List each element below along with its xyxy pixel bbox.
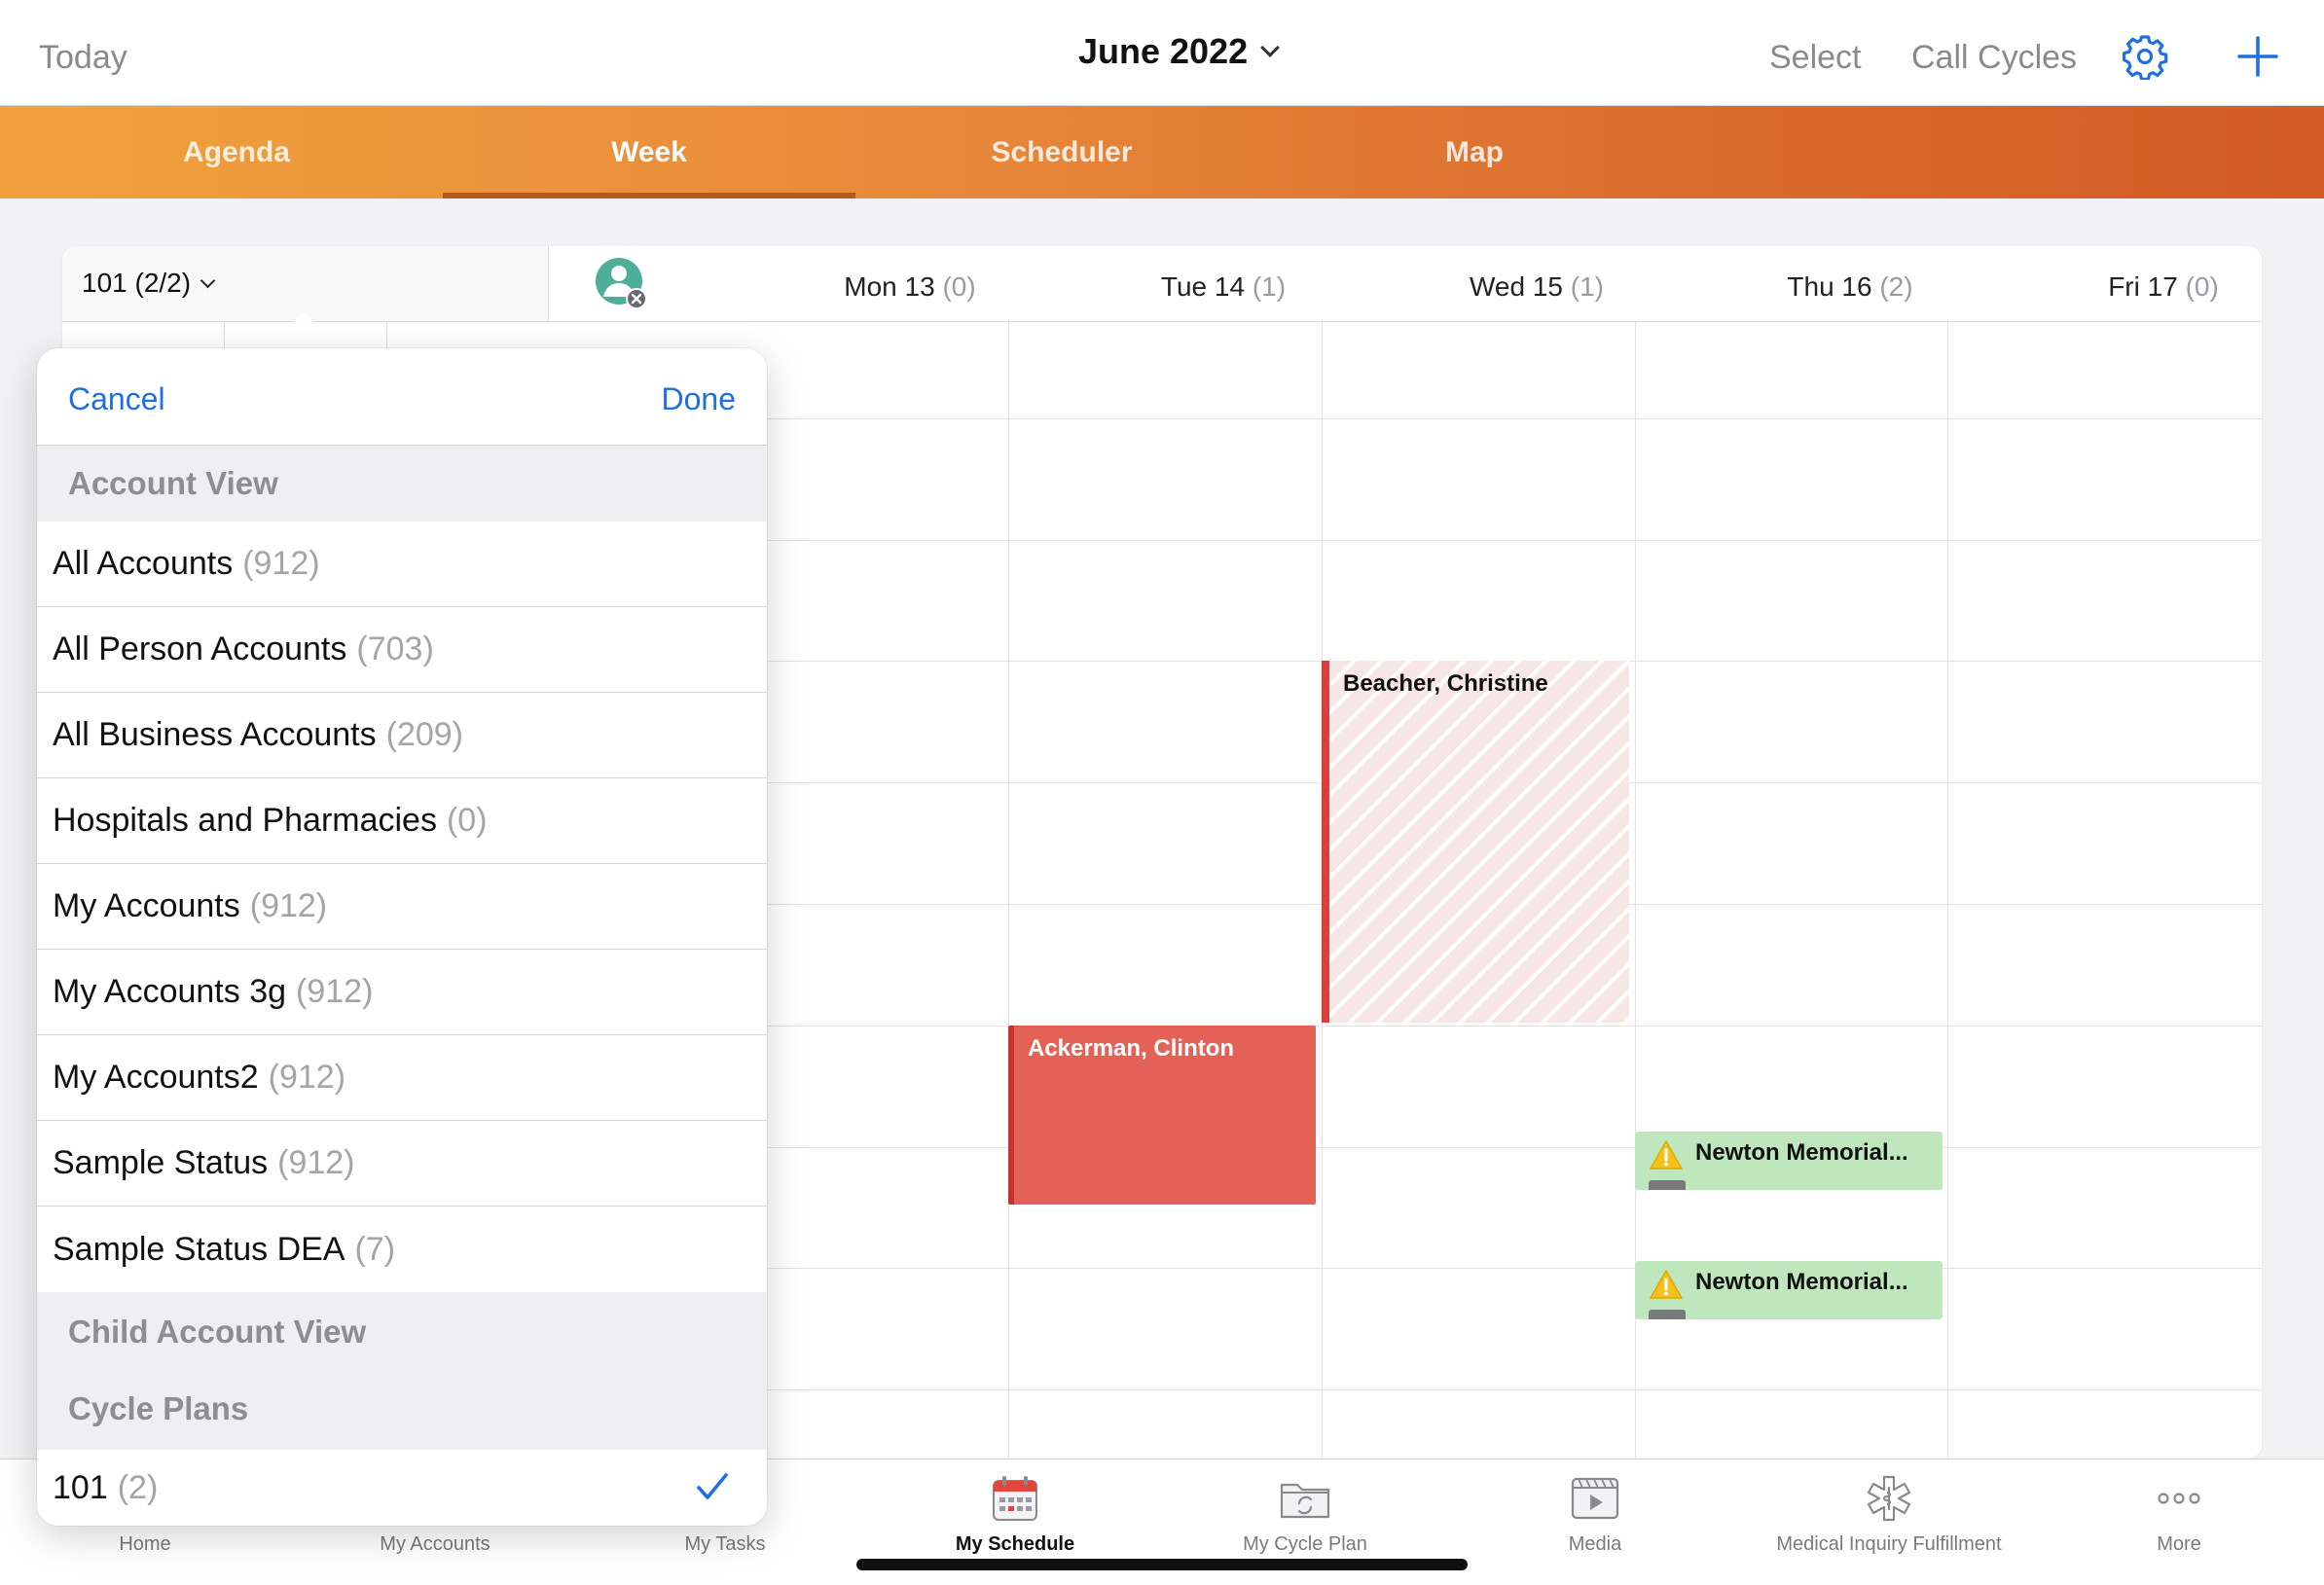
cycle-plan-selector[interactable]: 101 (2/2) [82,268,216,299]
add-icon[interactable] [2234,33,2281,80]
day-header-thu[interactable]: Thu 16 (2) [1693,271,2007,303]
event-newton-memorial-2[interactable]: Newton Memorial... [1635,1261,1943,1319]
bottom-tab-more[interactable]: More [2034,1459,2324,1585]
section-header-account-view: Account View [37,446,767,522]
account-view-all-accounts[interactable]: All Accounts (912) [37,522,767,607]
month-title: June 2022 [1078,31,1249,71]
event-newton-memorial-1[interactable]: Newton Memorial... [1635,1132,1943,1190]
more-icon [2158,1493,2200,1504]
checkmark-icon [697,1473,728,1499]
account-view-popover: Cancel Done Account View All Accounts (91… [37,348,767,1526]
media-icon [1571,1477,1619,1520]
calendar-left-header: 101 (2/2) [62,246,549,322]
section-header-cycle-plans: Cycle Plans [37,1372,767,1450]
calendar-icon [993,1476,1037,1521]
chevron-down-icon [1260,38,1281,57]
chevron-down-icon [200,272,216,288]
warning-icon [1650,1270,1683,1299]
tab-agenda[interactable]: Agenda [30,106,443,198]
day-header-tue[interactable]: Tue 14 (1) [1067,271,1380,303]
top-navigation-bar: Today June 2022 Select Call Cycles [0,0,2324,106]
event-beacher-christine[interactable]: Beacher, Christine [1322,661,1629,1023]
account-view-my-accounts-3g[interactable]: My Accounts 3g (912) [37,950,767,1035]
overlap-badge [1649,1180,1686,1190]
tab-map[interactable]: Map [1268,106,1681,198]
account-view-hospitals-pharmacies[interactable]: Hospitals and Pharmacies (0) [37,778,767,864]
view-tab-bar: Agenda Week Scheduler Map [0,106,2324,198]
call-cycles-button[interactable]: Call Cycles [1911,39,2077,77]
account-view-all-business-accounts[interactable]: All Business Accounts (209) [37,693,767,778]
select-button[interactable]: Select [1769,39,1862,77]
cycle-plan-101[interactable]: 101 (2) [37,1450,767,1526]
cancel-button[interactable]: Cancel [68,381,165,417]
home-indicator [856,1559,1468,1570]
gear-icon[interactable] [2122,33,2168,80]
day-header-fri[interactable]: Fri 17 (0) [2007,271,2262,303]
event-ackerman-clinton[interactable]: Ackerman, Clinton [1008,1026,1316,1205]
day-header-row: Mon 13 (0) Tue 14 (1) Wed 15 (1) Thu 16 … [549,246,2262,322]
cycle-plan-selector-label: 101 (2/2) [82,268,192,298]
today-button[interactable]: Today [39,39,127,77]
day-header-mon[interactable]: Mon 13 (0) [753,271,1067,303]
account-view-my-accounts[interactable]: My Accounts (912) [37,864,767,950]
day-header-wed[interactable]: Wed 15 (1) [1380,271,1693,303]
done-button[interactable]: Done [662,381,737,417]
tab-week[interactable]: Week [443,106,855,198]
account-view-sample-status-dea[interactable]: Sample Status DEA (7) [37,1207,767,1292]
bottom-tab-medical-inquiry[interactable]: Medical Inquiry Fulfillment [1743,1459,2035,1585]
overlap-badge [1649,1310,1686,1319]
account-view-my-accounts2[interactable]: My Accounts2 (912) [37,1035,767,1121]
bottom-tab-media[interactable]: Media [1450,1459,1740,1585]
account-view-all-person-accounts[interactable]: All Person Accounts (703) [37,607,767,693]
cycle-plan-folder-icon [1280,1483,1330,1519]
tab-scheduler[interactable]: Scheduler [855,106,1268,198]
month-picker[interactable]: June 2022 [1078,31,1281,72]
popover-header: Cancel Done [37,348,767,446]
warning-icon [1650,1140,1683,1170]
user-avatar-icon[interactable] [594,256,648,310]
medical-icon [1867,1475,1911,1522]
section-header-child-account-view[interactable]: Child Account View [37,1292,767,1372]
account-view-sample-status[interactable]: Sample Status (912) [37,1121,767,1207]
